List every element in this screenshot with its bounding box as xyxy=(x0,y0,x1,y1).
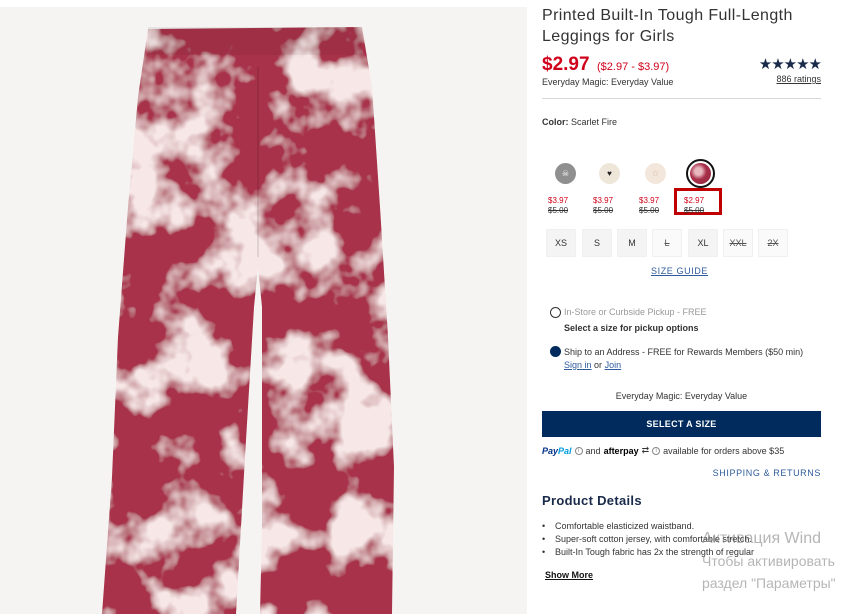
price-range: ($2.97 - $3.97) xyxy=(597,61,670,73)
color-selected-name: Scarlet Fire xyxy=(571,117,618,127)
payment-and: and xyxy=(585,445,601,456)
pickup-option[interactable]: In-Store or Curbside Pickup - FREE xyxy=(564,306,814,319)
ship-radio[interactable] xyxy=(550,346,561,357)
payment-options: PayPal i and afterpay ⇄ i available for … xyxy=(542,445,784,456)
price-row: $2.97 ($2.97 - $3.97) xyxy=(542,54,669,76)
divider xyxy=(542,98,821,99)
list-item: Comfortable elasticized waistband. xyxy=(542,520,821,533)
everyday-value-note: Everyday Magic: Everyday Value xyxy=(615,391,748,401)
swatch-price-was: $5.00 xyxy=(684,206,705,215)
swatch-pale-print[interactable]: ✿ xyxy=(645,163,666,184)
list-item: Built-In Tough fabric has 2x the strengt… xyxy=(542,546,821,559)
size-2x[interactable]: 2X xyxy=(758,229,788,257)
paypal-logo-pal: Pal xyxy=(558,445,572,456)
star-rating-icon[interactable]: ★★★★★ xyxy=(759,55,822,73)
color-label-key: Color: xyxy=(542,117,569,127)
ratings-link[interactable]: 886 ratings xyxy=(776,74,821,84)
product-image[interactable] xyxy=(0,7,527,614)
swatch-price-now: $3.97 xyxy=(593,196,614,205)
size-l[interactable]: L xyxy=(652,229,682,257)
size-xxl[interactable]: XXL xyxy=(723,229,753,257)
swatch-price-2: $3.97 $5.00 xyxy=(593,196,613,216)
heart-print-icon: ♥ xyxy=(607,169,612,178)
swatch-price-1: $3.97 $5.00 xyxy=(548,196,568,216)
product-details-list: Comfortable elasticized waistband. Super… xyxy=(542,520,821,559)
swatch-price-4: $2.97 $5.00 xyxy=(684,196,704,216)
afterpay-info-icon[interactable]: i xyxy=(652,446,661,455)
size-s[interactable]: S xyxy=(582,229,612,257)
show-more-link[interactable]: Show More xyxy=(545,570,593,580)
sign-in-link[interactable]: Sign in xyxy=(564,360,592,370)
swatch-skull-print[interactable]: ☠ xyxy=(555,163,576,184)
product-info: Printed Built-In Tough Full-Length Leggi… xyxy=(542,0,832,614)
swatch-price-3: $3.97 $5.00 xyxy=(639,196,659,216)
pale-print-icon: ✿ xyxy=(652,169,659,178)
shipping-returns-link[interactable]: SHIPPING & RETURNS xyxy=(713,468,821,478)
swatch-price-now: $2.97 xyxy=(684,196,705,205)
list-item: Super-soft cotton jersey, with comfortab… xyxy=(542,533,821,546)
afterpay-logo: afterpay xyxy=(603,445,639,456)
afterpay-arrows-icon: ⇄ xyxy=(641,445,650,455)
select-size-button[interactable]: SELECT A SIZE xyxy=(542,411,821,437)
swatch-price-was: $5.00 xyxy=(593,206,614,215)
swatch-tie-dye[interactable] xyxy=(690,163,711,184)
product-details-title: Product Details xyxy=(542,493,642,508)
paypal-info-icon[interactable]: i xyxy=(574,446,583,455)
swatch-price-now: $3.97 xyxy=(548,196,569,205)
ship-label: Ship to an Address - FREE for Rewards Me… xyxy=(564,347,804,357)
everyday-value-label: Everyday Magic: Everyday Value xyxy=(542,77,674,87)
swatch-price-was: $5.00 xyxy=(639,206,660,215)
ship-or: or xyxy=(594,360,603,370)
color-label: Color: Scarlet Fire xyxy=(542,117,617,127)
size-xl[interactable]: XL xyxy=(688,229,718,257)
swatch-heart-print[interactable]: ♥ xyxy=(599,163,620,184)
ship-option[interactable]: Ship to an Address - FREE for Rewards Me… xyxy=(564,346,821,372)
swatch-price-was: $5.00 xyxy=(548,206,569,215)
size-xs[interactable]: XS xyxy=(546,229,576,257)
skull-print-icon: ☠ xyxy=(561,169,570,178)
pickup-radio[interactable] xyxy=(550,307,561,318)
payment-note: available for orders above $35 xyxy=(663,445,785,456)
size-m[interactable]: M xyxy=(617,229,647,257)
join-link[interactable]: Join xyxy=(605,360,622,370)
paypal-logo-pay: Pay xyxy=(542,445,559,456)
size-guide-link[interactable]: SIZE GUIDE xyxy=(651,266,708,276)
paypal-logo: PayPal xyxy=(542,446,572,456)
leggings-image xyxy=(102,27,394,614)
product-title: Printed Built-In Tough Full-Length Leggi… xyxy=(542,7,793,45)
sale-price: $2.97 xyxy=(542,54,590,75)
pickup-hint: Select a size for pickup options xyxy=(564,323,699,333)
pickup-label: In-Store or Curbside Pickup - FREE xyxy=(564,307,707,317)
swatch-price-now: $3.97 xyxy=(639,196,660,205)
